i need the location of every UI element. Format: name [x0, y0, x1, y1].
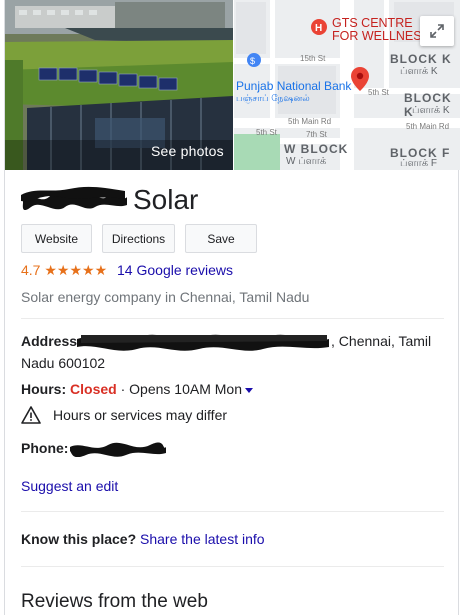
map-label-7th-st: 7th St [306, 130, 327, 139]
chevron-down-icon[interactable] [244, 387, 253, 393]
rating-score: 4.7 [21, 262, 41, 278]
redacted-name-scribble [21, 186, 128, 211]
business-name: Solar [133, 184, 199, 215]
rating-row: 4.7 ★★★★★ 14 Google reviews [21, 262, 233, 279]
phone-label: Phone: [21, 440, 69, 456]
google-reviews-link[interactable]: 14 Google reviews [117, 262, 233, 278]
map-label-15th-st: 15th St [300, 54, 326, 63]
phone-row: Phone: [21, 439, 167, 457]
directions-button[interactable]: Directions [102, 224, 175, 253]
location-map[interactable]: H $ GTS CENTRE FOR WELLNESS 15th St BLOC… [234, 0, 460, 170]
map-label-block-k-tamil-2: ப்ளாக் K [412, 105, 450, 116]
map-label-5th-main-rd-2: 5th Main Rd [406, 122, 450, 131]
redacted-address-scribble [77, 334, 330, 352]
website-button[interactable]: Website [21, 224, 92, 253]
save-button[interactable]: Save [185, 224, 257, 253]
expand-icon [430, 24, 444, 38]
star-rating-icon: ★★★★★ [44, 262, 108, 278]
hours-row: Hours: Closed · Opens 10AM Mon [21, 381, 253, 397]
know-label: Know this place? [21, 531, 137, 547]
map-label-w-block: W BLOCK [284, 142, 349, 156]
address-label: Address [21, 333, 78, 349]
expand-map-button[interactable] [420, 16, 454, 46]
svg-text:H: H [315, 23, 322, 34]
suggest-edit-link[interactable]: Suggest an edit [21, 478, 118, 494]
see-photos-label[interactable]: See photos [151, 143, 224, 159]
map-label-5th-main-rd: 5th Main Rd [288, 117, 332, 126]
map-label-block-k: BLOCK K [390, 52, 452, 66]
warning-icon [21, 406, 41, 424]
map-label-w-block-tamil: W ப்ளாக் [286, 156, 327, 167]
know-this-place-row: Know this place? Share the latest info [21, 531, 265, 547]
hours-status: Closed [70, 381, 117, 397]
business-photo[interactable]: See photos [5, 0, 233, 170]
business-category: Solar energy company in Chennai, Tamil N… [21, 289, 310, 305]
section-divider [21, 318, 444, 319]
knowledge-panel: See photos H $ GTS CENTRE FOR WELLNESS 1… [4, 0, 460, 615]
map-label-5th-st: 5th St [368, 88, 389, 97]
map-label-gts: GTS CENTRE FOR WELLNESS [332, 16, 430, 43]
section-divider-2 [21, 511, 444, 512]
svg-text:$: $ [250, 56, 255, 66]
warning-text: Hours or services may differ [53, 407, 228, 423]
section-divider-3 [21, 566, 444, 567]
hours-label: Hours: [21, 381, 67, 397]
hours-warning: Hours or services may differ [21, 406, 227, 424]
map-label-block-f-tamil: ப்ளாக் F [400, 158, 437, 169]
map-label-5th-st-2: 5th St [256, 128, 277, 137]
redacted-phone-scribble [70, 442, 167, 457]
map-label-punjab-tamil: பஞ்சாப் நேஷனல் [236, 93, 310, 103]
hero-media: See photos H $ GTS CENTRE FOR WELLNESS 1… [5, 0, 460, 170]
share-latest-info-link[interactable]: Share the latest info [140, 531, 265, 547]
map-label-block-k-tamil: ப்ளாக் K [400, 66, 438, 77]
map-label-punjab-bank: Punjab National Bank [236, 79, 352, 93]
hours-next-open[interactable]: · Opens 10AM Mon [121, 381, 242, 397]
address-row: Address , Chennai, Tamil Nadu 600102 [21, 331, 441, 373]
reviews-from-web-heading: Reviews from the web [21, 591, 208, 612]
